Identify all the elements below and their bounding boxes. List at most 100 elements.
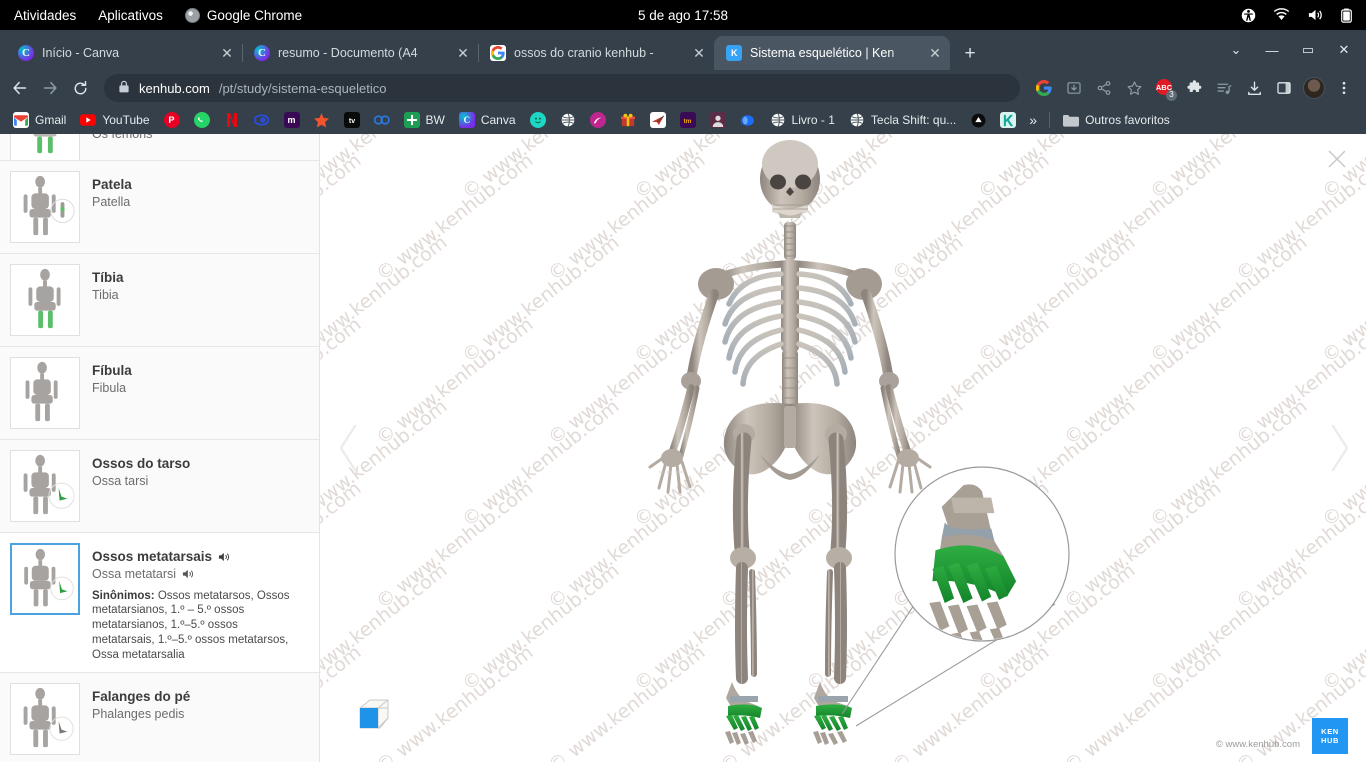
sidebar-item-latin: Ossa metatarsi [92,566,177,581]
tab-close-icon[interactable]: ✕ [218,44,236,62]
avatar [1303,77,1325,99]
reading-list-icon[interactable] [1210,74,1238,102]
tab-close-icon[interactable]: ✕ [926,44,944,62]
anatomy-image-viewer[interactable]: © www.kenhub.com © www.kenhub.com © www.ke… [320,134,1366,762]
forward-arrow-icon[interactable] [36,74,64,102]
skeleton-illustration [320,134,1366,762]
activities-button[interactable]: Atividades [14,8,76,23]
sidebar-item-tibia[interactable]: Tíbia Tibia [0,254,319,347]
bookmark-avatar[interactable] [703,109,733,131]
bookmark-gift[interactable] [613,109,643,131]
bookmark-netflix[interactable] [217,109,247,131]
bookmark-globe-white-1[interactable] [553,109,583,131]
extensions-puzzle-icon[interactable] [1180,74,1208,102]
sidebar-item-fibula[interactable]: Fíbula Fibula [0,347,319,440]
watermark-text: © www.kenhub.com [320,559,452,695]
kenhub-logo[interactable]: KEN HUB [1312,718,1348,754]
maximize-button[interactable]: ▭ [1290,33,1326,67]
minimize-button[interactable]: — [1254,33,1290,67]
watermark-text: © www.kenhub.com [372,477,538,614]
3d-cube-icon[interactable] [350,692,398,740]
bookmark-tecla-shift[interactable]: Tecla Shift: qu... [842,109,963,131]
install-app-icon[interactable] [1060,74,1088,102]
bookmark-max[interactable] [367,109,397,131]
new-tab-button[interactable]: + [956,39,984,67]
watermark-text: © www.kenhub.com [888,477,1054,614]
bookmark-tm-purple[interactable]: tm [673,109,703,131]
sidebar-item-ossos-do-tarso[interactable]: Ossos do tarso Ossa tarsi [0,440,319,533]
bookmarks-overflow-button[interactable]: » [1023,109,1043,131]
wifi-icon[interactable] [1273,8,1290,22]
watermark-text: © www.kenhub.com [372,313,538,450]
bookmark-livro-1[interactable]: Livro - 1 [763,109,842,131]
bookmark-pinterest[interactable]: P [157,109,187,131]
system-status-area[interactable] [1241,8,1366,23]
bookmark-blue-blob[interactable] [733,109,763,131]
accessibility-icon[interactable] [1241,8,1256,23]
pinterest-icon: P [163,112,180,128]
previous-structure-chevron-left-icon[interactable] [336,422,362,474]
google-lens-icon[interactable] [1030,74,1058,102]
bookmark-m-purple[interactable]: m [277,109,307,131]
tab-close-icon[interactable]: ✕ [690,44,708,62]
share-icon[interactable] [1090,74,1118,102]
bookmark-apple-tv[interactable]: tv [337,109,367,131]
clock[interactable]: 5 de ago 17:58 [638,8,728,23]
bookmark-star-icon[interactable] [1120,74,1148,102]
close-icon[interactable] [1324,146,1350,172]
bookmark-plane[interactable] [643,109,673,131]
app-menu-chrome[interactable]: Google Chrome [184,7,302,23]
bookmark-gmail[interactable]: Gmail [6,109,73,131]
close-window-button[interactable]: ✕ [1326,33,1362,67]
next-structure-chevron-right-icon[interactable] [1326,422,1352,474]
tab-search-chevron-down-icon[interactable]: ⌄ [1218,33,1254,67]
bookmark-bw[interactable]: BW [397,109,452,131]
battery-icon[interactable] [1341,8,1352,23]
tab-resumo-documento[interactable]: C resumo - Documento (A4 ✕ [242,36,479,70]
youtube-icon [80,112,97,128]
watermark-text: © www.kenhub.com [630,134,796,204]
chrome-menu-icon[interactable] [1330,74,1358,102]
bookmark-triangle-up[interactable] [963,109,993,131]
sidebar-item-name: Ossos do tarso [92,456,191,471]
sidebar-item-patela[interactable]: Patela Patella [0,161,319,254]
volume-icon[interactable] [1307,8,1324,22]
tab-title: Início - Canva [42,46,120,60]
bookmarks-divider [1049,112,1051,128]
bookmark-whatsapp[interactable] [187,109,217,131]
kenhub-logo-line2: HUB [1320,736,1340,745]
watermark-text: © www.kenhub.com [630,559,796,696]
profile-avatar[interactable] [1300,74,1328,102]
sidebar-item-name: Ossos metatarsais [92,549,213,564]
bookmark-globo[interactable] [247,109,277,131]
downloads-icon[interactable] [1240,74,1268,102]
address-bar[interactable]: kenhub.com/pt/study/sistema-esqueletico [104,74,1020,102]
bookmark-youtube[interactable]: YouTube [73,109,156,131]
applications-button[interactable]: Aplicativos [98,8,163,23]
tab-ossos-do-cranio[interactable]: ossos do cranio kenhub - ✕ [478,36,714,70]
audio-speaker-icon[interactable] [182,568,195,580]
pelvis [723,402,857,480]
sidebar-item-os-femoris[interactable]: Os femoris [0,134,319,161]
bookmark-teal-face[interactable] [523,109,553,131]
audio-speaker-icon[interactable] [218,551,231,563]
bookmark-magenta[interactable] [583,109,613,131]
bookmark-kenhub[interactable] [993,109,1023,131]
tab-close-icon[interactable]: ✕ [454,44,472,62]
back-arrow-icon[interactable] [6,74,34,102]
reload-icon[interactable] [66,74,94,102]
watermark-text: © www.kenhub.com [458,559,624,696]
tab-inicio-canva[interactable]: C Início - Canva ✕ [6,36,243,70]
teal-face-icon [529,112,546,128]
structure-list-sidebar[interactable]: Os femoris Patela Patella Tíbia Tibia Fí… [0,134,320,762]
bookmark-star-orange[interactable] [307,109,337,131]
tab-sistema-esqueletico[interactable]: K Sistema esquelético | Ken ✕ [714,36,950,70]
abc-extension-icon[interactable]: ABC 3 [1150,74,1178,102]
sidebar-item-falanges-do-pe[interactable]: Falanges do pé Phalanges pedis [0,673,319,762]
bookmark-canva[interactable]: C Canva [452,109,523,131]
tab-title: Sistema esquelético | Ken [750,46,895,60]
tab-title: resumo - Documento (A4 [278,46,418,60]
sidebar-item-ossos-metatarsais[interactable]: Ossos metatarsais Ossa metatarsi Sinônim… [0,533,319,674]
bookmark-other-favorites[interactable]: Outros favoritos [1056,109,1177,131]
side-panel-icon[interactable] [1270,74,1298,102]
